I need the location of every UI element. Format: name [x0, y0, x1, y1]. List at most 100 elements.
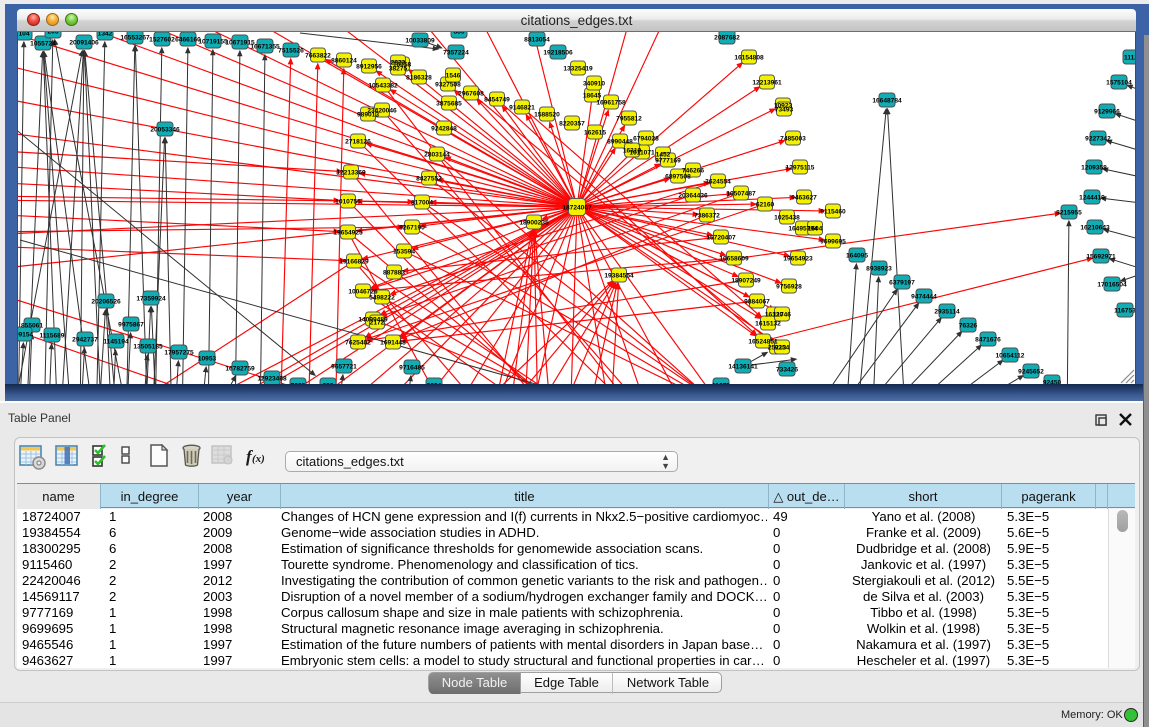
svg-text:17359924: 17359924: [136, 295, 166, 302]
svg-text:1604: 1604: [808, 225, 823, 232]
svg-text:17016504: 17016504: [1097, 281, 1127, 288]
svg-text:10953: 10953: [198, 355, 217, 362]
svg-text:8938923: 8938923: [866, 265, 892, 272]
svg-text:8813054: 8813054: [524, 36, 550, 43]
svg-text:9884067: 9884067: [744, 298, 770, 305]
svg-text:104: 104: [18, 32, 29, 37]
svg-text:9756928: 9756928: [776, 283, 802, 290]
svg-text:10543382: 10543382: [368, 82, 398, 89]
svg-text:14136141: 14136141: [728, 363, 758, 370]
svg-text:162615: 162615: [584, 129, 606, 136]
svg-text:1025438: 1025438: [774, 214, 800, 221]
svg-text:16553267: 16553267: [120, 34, 150, 41]
svg-text:9716485: 9716485: [399, 364, 425, 371]
svg-text:2718126: 2718126: [345, 138, 371, 145]
svg-text:9699695: 9699695: [820, 238, 846, 245]
svg-text:8990448: 8990448: [607, 138, 633, 145]
svg-text:116753: 116753: [1114, 307, 1135, 314]
svg-text:62160: 62160: [756, 201, 775, 208]
svg-text:76326: 76326: [959, 322, 978, 329]
svg-text:203: 203: [47, 32, 58, 35]
svg-text:20206526: 20206526: [91, 298, 121, 305]
svg-text:9245652: 9245652: [1018, 368, 1044, 375]
svg-text:99154: 99154: [18, 331, 33, 338]
svg-text:10719155: 10719155: [198, 38, 228, 45]
svg-text:18900235: 18900235: [519, 219, 549, 226]
svg-text:5498222: 5498222: [369, 294, 395, 301]
svg-text:9327508: 9327508: [435, 81, 461, 88]
svg-text:8215955: 8215955: [1056, 209, 1082, 216]
svg-text:887883: 887883: [383, 269, 405, 276]
svg-text:16961758: 16961758: [596, 99, 626, 106]
svg-text:9227342: 9227342: [1085, 135, 1111, 142]
svg-text:2324: 2324: [427, 382, 442, 384]
svg-text:1546: 1546: [446, 72, 461, 79]
svg-text:8471676: 8471676: [975, 336, 1001, 343]
svg-text:885: 885: [453, 32, 464, 35]
svg-text:7485003: 7485003: [780, 135, 806, 142]
svg-text:733426: 733426: [776, 366, 798, 373]
svg-text:13505185: 13505185: [133, 343, 163, 350]
svg-text:10033809: 10033809: [405, 37, 435, 44]
svg-text:16671355: 16671355: [250, 43, 280, 50]
svg-text:1010755: 1010755: [335, 198, 361, 205]
svg-text:6466160: 6466160: [175, 36, 201, 43]
svg-text:9975867: 9975867: [118, 321, 144, 328]
svg-text:1342: 1342: [98, 32, 113, 37]
svg-text:15720407: 15720407: [706, 234, 736, 241]
svg-text:7515526: 7515526: [278, 47, 304, 54]
svg-text:1145194: 1145194: [103, 338, 129, 345]
svg-text:20364436: 20364436: [678, 192, 708, 199]
svg-text:9777169: 9777169: [655, 157, 681, 164]
svg-text:73493: 73493: [775, 106, 794, 113]
svg-text:15692971: 15692971: [1086, 253, 1116, 260]
svg-text:38275: 38275: [389, 65, 408, 72]
svg-text:8267190: 8267190: [399, 224, 425, 231]
svg-text:1112: 1112: [1124, 54, 1135, 61]
svg-text:7357224: 7357224: [443, 49, 469, 56]
svg-text:8186328: 8186328: [406, 74, 432, 81]
svg-text:6794028: 6794028: [633, 135, 659, 142]
svg-text:8860124: 8860124: [331, 57, 357, 64]
svg-text:8427552: 8427552: [416, 175, 442, 182]
svg-text:9254: 9254: [775, 344, 790, 351]
svg-text:11746: 11746: [773, 311, 791, 318]
svg-text:12923468: 12923468: [257, 375, 287, 382]
svg-text:633: 633: [322, 382, 333, 384]
svg-text:2803144: 2803144: [424, 151, 450, 158]
svg-text:1615132: 1615132: [755, 320, 781, 327]
svg-text:1209358: 1209358: [1081, 164, 1107, 171]
svg-text:16648784: 16648784: [872, 97, 902, 104]
svg-text:12975115: 12975115: [786, 164, 815, 171]
svg-text:10507487: 10507487: [726, 190, 756, 197]
svg-text:2942737: 2942737: [72, 336, 98, 343]
svg-text:10654112: 10654112: [996, 352, 1025, 359]
svg-text:7625402: 7625402: [345, 339, 371, 346]
svg-text:16210643: 16210643: [1080, 224, 1110, 231]
svg-text:1055724: 1055724: [30, 40, 56, 47]
svg-text:6379197: 6379197: [889, 279, 915, 286]
svg-text:2967608: 2967608: [458, 90, 484, 97]
svg-text:16782759: 16782759: [225, 365, 255, 372]
svg-text:746266: 746266: [682, 167, 704, 174]
svg-text:20053346: 20053346: [150, 126, 180, 133]
svg-text:1575104: 1575104: [1106, 79, 1132, 86]
svg-text:7386372: 7386372: [694, 212, 720, 219]
svg-text:19166829: 19166829: [339, 258, 369, 265]
svg-text:9129966: 9129966: [1094, 108, 1120, 115]
svg-text:16154808: 16154808: [734, 54, 764, 61]
svg-text:8454749: 8454749: [484, 96, 510, 103]
svg-text:16319: 16319: [623, 147, 642, 154]
svg-text:19654925: 19654925: [333, 229, 363, 236]
svg-text:2935114: 2935114: [934, 308, 960, 315]
svg-text:19384554: 19384554: [604, 272, 634, 279]
svg-text:9463627: 9463627: [791, 194, 817, 201]
svg-text:12213369: 12213369: [336, 169, 366, 176]
svg-text:3624554: 3624554: [705, 178, 731, 185]
svg-text:9115460: 9115460: [820, 208, 846, 215]
svg-text:1527602: 1527602: [149, 36, 175, 43]
svg-text:9146821: 9146821: [509, 104, 535, 111]
svg-text:9657721: 9657721: [331, 363, 357, 370]
svg-text:19654923: 19654923: [783, 255, 813, 262]
svg-text:17957275: 17957275: [164, 349, 194, 356]
